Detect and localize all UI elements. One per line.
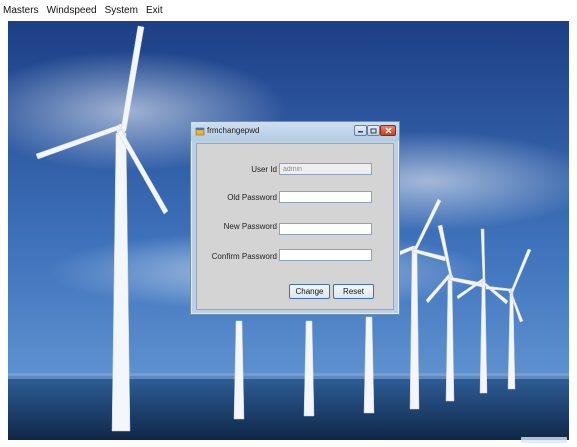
minimize-button[interactable] [354,125,367,136]
user-id-field [279,163,372,175]
close-button[interactable] [380,125,396,136]
maximize-button[interactable] [367,125,380,136]
menu-exit[interactable]: Exit [146,5,163,16]
menu-bar: Masters Windspeed System Exit [0,0,577,21]
change-button[interactable]: Change [289,284,330,299]
new-password-label: New Password [223,222,277,231]
menu-windspeed[interactable]: Windspeed [47,5,97,16]
confirm-password-field[interactable] [279,249,372,261]
change-password-window: frmchangepwd User Id Old Password New Pa… [190,121,400,315]
user-id-label: User Id [251,165,277,174]
new-password-field[interactable] [279,223,372,235]
window-titlebar[interactable]: frmchangepwd [191,122,399,141]
old-password-label: Old Password [227,193,277,202]
wallpaper-watermark [521,437,567,443]
form-icon [195,127,205,136]
window-title: frmchangepwd [207,126,260,135]
reset-button[interactable]: Reset [333,284,374,299]
minimize-icon [358,131,363,133]
menu-masters[interactable]: Masters [3,5,39,16]
form-client-area: User Id Old Password New Password Confir… [196,143,394,310]
menu-system[interactable]: System [105,5,138,16]
maximize-icon [370,128,377,133]
confirm-password-label: Confirm Password [211,252,277,261]
old-password-field[interactable] [279,191,372,203]
close-icon [385,127,391,134]
